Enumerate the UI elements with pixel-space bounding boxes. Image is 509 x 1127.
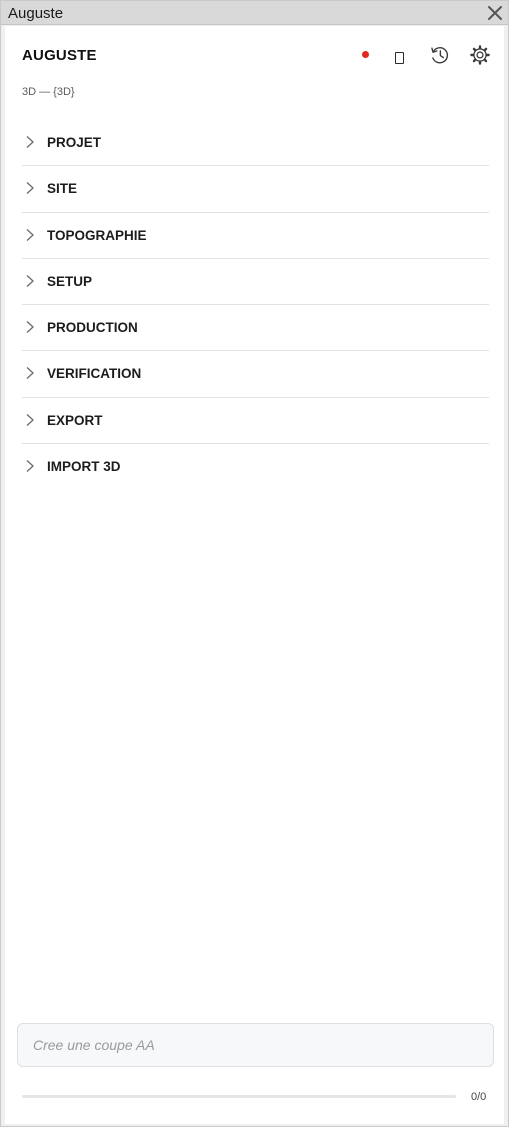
section-site[interactable]: SITE [22, 166, 489, 213]
section-label: PROJET [47, 135, 102, 150]
section-projet[interactable]: PROJET [22, 120, 489, 167]
view-subtitle: 3D — {3D} [22, 86, 75, 98]
section-setup[interactable]: SETUP [22, 259, 489, 306]
section-export[interactable]: EXPORT [22, 398, 489, 445]
window-titlebar[interactable]: Auguste [1, 1, 508, 25]
progress-bar [22, 1095, 456, 1098]
history-icon[interactable] [429, 44, 451, 66]
window-title: Auguste [8, 5, 64, 22]
plugin-panel: AUGUSTE 3D — {3D} PROJET SITE TOPOGRAPHI… [5, 26, 504, 1124]
section-label: VERIFICATION [47, 366, 142, 382]
chevron-right-icon [26, 413, 34, 426]
section-import-3d[interactable]: IMPORT 3D [22, 444, 489, 490]
chevron-right-icon [26, 274, 34, 287]
close-icon[interactable] [486, 4, 504, 22]
chevron-right-icon [26, 367, 34, 380]
progress-count: 0/0 [471, 1091, 487, 1103]
chevron-right-icon [26, 228, 34, 241]
status-dot[interactable] [362, 51, 369, 58]
section-list: PROJET SITE TOPOGRAPHIE SETUP PRODUCTION… [22, 120, 489, 490]
command-prompt-input[interactable] [17, 1023, 494, 1067]
section-verification[interactable]: VERIFICATION [22, 351, 489, 398]
plugin-window: Auguste AUGUSTE 3D — {3D} PROJET SITE TO… [0, 0, 509, 1127]
chevron-right-icon [26, 182, 34, 195]
section-label: SETUP [47, 273, 93, 289]
section-label: SITE [47, 181, 78, 197]
section-label: EXPORT [47, 412, 103, 428]
chevron-right-icon [26, 136, 34, 148]
gear-icon[interactable] [469, 44, 491, 66]
section-topographie[interactable]: TOPOGRAPHIE [22, 213, 489, 259]
section-label: IMPORT 3D [47, 459, 121, 475]
chevron-right-icon [26, 321, 34, 334]
section-label: PRODUCTION [47, 320, 138, 336]
document-icon[interactable] [395, 52, 404, 64]
app-title: AUGUSTE [22, 47, 97, 64]
section-production[interactable]: PRODUCTION [22, 305, 489, 352]
section-label: TOPOGRAPHIE [47, 227, 147, 243]
chevron-right-icon [26, 460, 34, 473]
